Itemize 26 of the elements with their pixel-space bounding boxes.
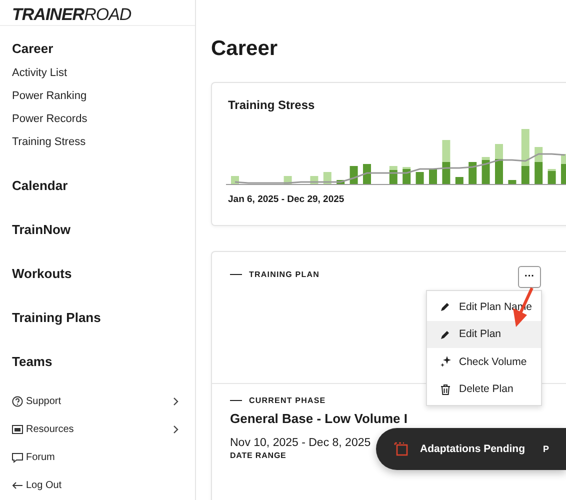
card-title: Training Stress	[228, 98, 316, 112]
nav-link[interactable]: Power Records	[12, 112, 88, 126]
nav-footer-link[interactable]: Support	[12, 394, 183, 408]
nav-section-link[interactable]: Workouts	[12, 266, 72, 282]
phase-name: General Base - Low Volume I	[230, 411, 408, 426]
nav-section-link[interactable]: Teams	[12, 354, 52, 370]
nav-link[interactable]: Activity List	[12, 66, 68, 80]
menu-item[interactable]: Edit Plan	[427, 320, 541, 348]
page-title: Career	[211, 37, 279, 61]
nav-section-link[interactable]: Calendar	[12, 178, 68, 194]
phase-dates: Nov 10, 2025 - Dec 8, 2025	[230, 437, 371, 449]
more-button[interactable]: ···	[518, 266, 541, 288]
logo: TRAINERROAD	[12, 5, 132, 25]
nav-section-link[interactable]: Career	[12, 41, 54, 57]
date-range: Jan 6, 2025 - Dec 29, 2025	[228, 194, 346, 205]
nav-section-link[interactable]: Training Plans	[12, 310, 101, 326]
toast-text: Adaptations Pending	[420, 443, 525, 455]
nav-footer-link[interactable]: Resources	[12, 422, 183, 436]
menu-item[interactable]: Check Volume	[427, 348, 541, 376]
nav-link[interactable]: Training Stress	[12, 135, 86, 149]
nav-footer-link[interactable]: Log Out	[12, 478, 183, 492]
nav-footer-link[interactable]: Forum	[12, 450, 183, 464]
toast-button[interactable]: P	[543, 444, 550, 454]
field-label: DATE RANGE	[230, 451, 288, 460]
nav-link[interactable]: Power Ranking	[12, 89, 87, 103]
nav-section-link[interactable]: TrainNow	[12, 222, 71, 238]
